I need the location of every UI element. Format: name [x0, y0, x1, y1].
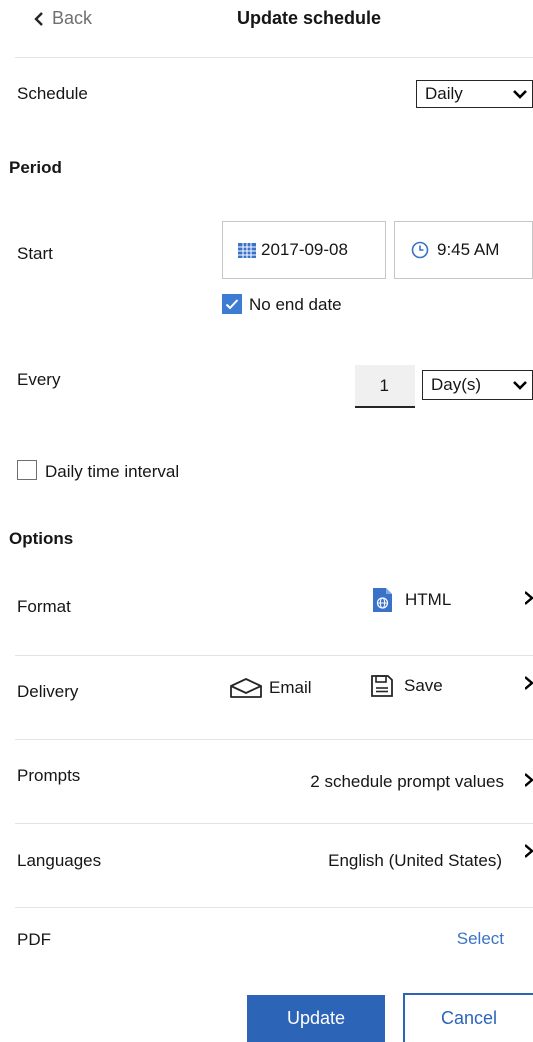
checkmark-icon	[225, 299, 239, 310]
delivery-save-label: Save	[404, 676, 443, 695]
save-icon	[371, 675, 393, 697]
calendar-icon	[238, 243, 256, 258]
update-button[interactable]: Update	[247, 995, 385, 1042]
back-button[interactable]: Back	[34, 8, 92, 29]
delivery-divider	[15, 739, 533, 740]
delivery-label: Delivery	[17, 682, 79, 701]
every-unit-value: Day(s)	[431, 375, 482, 394]
start-label: Start	[17, 244, 53, 263]
every-unit-select[interactable]: Day(s)	[422, 370, 533, 400]
prompts-label: Prompts	[17, 766, 81, 785]
languages-value[interactable]: English (United States)	[328, 851, 502, 871]
languages-chevron-right-icon[interactable]	[525, 843, 533, 859]
envelope-icon	[230, 678, 262, 698]
schedule-select-value: Daily	[425, 84, 463, 103]
every-label: Every	[17, 370, 61, 389]
pdf-label: PDF	[17, 930, 51, 949]
languages-label: Languages	[17, 851, 102, 870]
start-date-field[interactable]: 2017-09-08	[222, 221, 386, 279]
format-chevron-right-icon[interactable]	[525, 590, 533, 606]
schedule-label: Schedule	[17, 84, 88, 103]
back-label: Back	[52, 8, 93, 28]
chevron-left-icon	[34, 11, 43, 26]
cancel-button-label: Cancel	[440, 1008, 498, 1028]
format-divider	[15, 655, 533, 656]
daily-interval-checkbox[interactable]	[17, 460, 37, 480]
options-heading: Options	[9, 529, 74, 548]
no-end-date-label: No end date	[249, 295, 342, 314]
clock-icon	[411, 241, 429, 259]
every-number-input[interactable]: 1	[355, 365, 415, 408]
prompts-chevron-right-icon[interactable]	[525, 772, 533, 788]
start-date-value: 2017-09-08	[261, 240, 348, 259]
format-label: Format	[17, 597, 71, 616]
period-heading: Period	[9, 158, 62, 177]
delivery-email[interactable]: Email	[229, 677, 312, 699]
chevron-down-icon	[513, 90, 527, 99]
delivery-save[interactable]: Save	[371, 675, 443, 697]
page-title: Update schedule	[237, 8, 382, 28]
header-divider	[15, 57, 533, 58]
prompts-divider	[15, 823, 533, 824]
update-button-label: Update	[286, 1008, 346, 1028]
format-value[interactable]: HTML	[373, 588, 451, 612]
schedule-select[interactable]: Daily	[416, 80, 533, 108]
prompts-value[interactable]: 2 schedule prompt values	[310, 772, 504, 792]
every-number-value: 1	[379, 375, 389, 395]
html-file-icon	[373, 588, 392, 612]
daily-interval-label: Daily time interval	[45, 462, 180, 481]
format-value-label: HTML	[405, 590, 452, 609]
languages-divider	[15, 907, 533, 908]
start-time-value: 9:45 AM	[437, 240, 500, 259]
delivery-email-label: Email	[269, 678, 312, 697]
delivery-chevron-right-icon[interactable]	[525, 675, 533, 691]
no-end-date-checkbox[interactable]	[222, 294, 242, 314]
start-time-field[interactable]: 9:45 AM	[394, 221, 533, 279]
cancel-button[interactable]: Cancel	[403, 993, 533, 1042]
chevron-down-icon	[513, 381, 527, 390]
pdf-select-link[interactable]: Select	[457, 929, 504, 949]
